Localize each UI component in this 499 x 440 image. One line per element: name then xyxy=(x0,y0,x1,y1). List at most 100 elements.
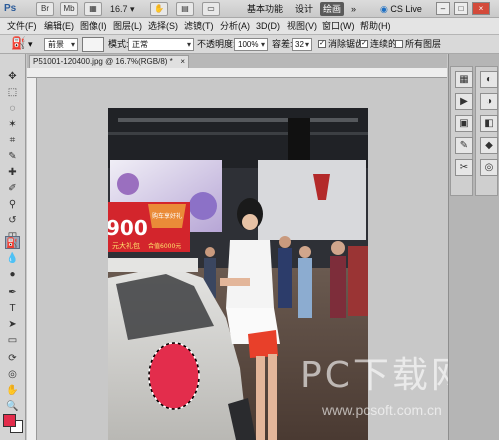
blend-mode-select[interactable]: 正常 xyxy=(128,38,194,51)
eyedropper-tool-icon[interactable]: ✎ xyxy=(5,150,20,163)
fill-source-select[interactable]: 前景 xyxy=(44,38,78,51)
arrange-documents-button[interactable]: ▤ xyxy=(176,2,194,16)
horizontal-ruler xyxy=(27,68,447,78)
layers-panel-icon[interactable]: ◆ xyxy=(480,137,498,154)
menu-select[interactable]: 选择(S) xyxy=(148,20,178,33)
tools-panel: ✥ ⬚ ◌ ✶ ⌗ ✎ ✚ ✐ ⚲ ↺ ◫ ⛽ 💧 ● ✒ T ➤ ▭ ⟳ ◎ … xyxy=(0,54,26,440)
app-bar: Ps Br Mb ▦ 16.7 ▾ ✋ ▤ ▭ 基本功能 设计 绘画 » ◉ C… xyxy=(0,0,499,18)
channels-panel-icon[interactable]: ◎ xyxy=(480,159,498,176)
adjustments-panel-icon[interactable]: ◑ xyxy=(480,93,498,110)
cs-live-icon: ◉ xyxy=(380,4,388,14)
all-layers-checkbox[interactable] xyxy=(395,40,403,48)
menu-window[interactable]: 窗口(W) xyxy=(322,20,355,33)
menu-analysis[interactable]: 分析(A) xyxy=(220,20,250,33)
close-button[interactable]: × xyxy=(472,2,490,15)
bridge-button[interactable]: Br xyxy=(36,2,54,16)
chevron-down-icon: ▾ xyxy=(130,4,135,14)
swatches-panel-icon[interactable]: ▣ xyxy=(455,115,473,132)
history-panel-icon[interactable]: ▦ xyxy=(455,71,473,88)
panel-icon-column-2: ◐ ◑ ◧ ◆ ◎ xyxy=(475,66,498,196)
tolerance-field[interactable]: 32 xyxy=(292,38,312,51)
magic-wand-tool-icon[interactable]: ✶ xyxy=(5,118,20,131)
restore-button[interactable]: □ xyxy=(454,2,468,15)
panel-dock: ▦ ▶ ▣ ✎ ✂ ◐ ◑ ◧ ◆ ◎ xyxy=(448,54,499,440)
opacity-field[interactable]: 100% xyxy=(234,38,268,51)
grid-icon: ▤ xyxy=(181,4,189,13)
menu-file[interactable]: 文件(F) xyxy=(7,20,37,33)
vertical-ruler xyxy=(27,78,37,440)
menu-3d[interactable]: 3D(D) xyxy=(256,20,280,33)
banner-number: 900 xyxy=(108,216,148,240)
banner-slogan-top: 购车享好礼 xyxy=(152,212,182,220)
watermark-title: PC下载网 xyxy=(300,355,470,396)
rectangle-tool-icon[interactable]: ▭ xyxy=(5,334,20,347)
contiguous-checkbox[interactable]: ✓ xyxy=(360,40,368,48)
marquee-tool-icon[interactable]: ⬚ xyxy=(5,86,20,99)
view-extras-button[interactable]: ▦ xyxy=(84,2,102,16)
close-icon[interactable]: × xyxy=(180,56,185,68)
paint-bucket-tool-icon[interactable]: ⛽ xyxy=(5,236,20,249)
clone-stamp-tool-icon[interactable]: ⚲ xyxy=(5,198,20,211)
move-tool-icon[interactable]: ✥ xyxy=(5,70,20,83)
workspace-paint[interactable]: 绘画 xyxy=(320,2,345,16)
menu-bar: 文件(F) 编辑(E) 图像(I) 图层(L) 选择(S) 滤镜(T) 分析(A… xyxy=(0,18,499,35)
view-extras-icon: ▦ xyxy=(89,4,97,13)
photoshop-window: Ps Br Mb ▦ 16.7 ▾ ✋ ▤ ▭ 基本功能 设计 绘画 » ◉ C… xyxy=(0,0,499,440)
history-brush-tool-icon[interactable]: ↺ xyxy=(5,214,20,227)
type-tool-icon[interactable]: T xyxy=(5,302,20,315)
panel-icon-column-1: ▦ ▶ ▣ ✎ ✂ xyxy=(450,66,473,196)
styles-panel-icon[interactable]: ◧ xyxy=(480,115,498,132)
blur-tool-icon[interactable]: 💧 xyxy=(5,252,20,265)
menu-edit[interactable]: 编辑(E) xyxy=(44,20,74,33)
photoshop-logo: Ps xyxy=(4,3,17,14)
antialias-label: 消除锯齿 xyxy=(328,39,365,49)
workspace-more-button[interactable]: » xyxy=(348,2,359,16)
document-tab-bar: P51001-120400.jpg @ 16.7%(RGB/8) * × xyxy=(27,54,447,68)
3d-orbit-tool-icon[interactable]: ◎ xyxy=(5,368,20,381)
options-bar: ⛽ ▾ 前景 模式: 正常 不透明度: 100% 容差: 32 ✓ 消除锯齿 ✓… xyxy=(0,35,499,54)
color-panel-icon[interactable]: ◐ xyxy=(480,71,498,88)
brushes-panel-icon[interactable]: ✎ xyxy=(455,137,473,154)
mode-label: 模式: xyxy=(108,39,129,49)
actions-panel-icon[interactable]: ▶ xyxy=(455,93,473,110)
brush-tool-icon[interactable]: ✐ xyxy=(5,182,20,195)
pen-tool-icon[interactable]: ✒ xyxy=(5,286,20,299)
path-selection-tool-icon[interactable]: ➤ xyxy=(5,318,20,331)
3d-rotate-tool-icon[interactable]: ⟳ xyxy=(5,352,20,365)
hand-tool-icon[interactable]: ✋ xyxy=(5,384,20,397)
cs-live-label: CS Live xyxy=(390,4,422,14)
cs-live-button[interactable]: ◉ CS Live xyxy=(380,2,422,16)
menu-filter[interactable]: 滤镜(T) xyxy=(184,20,214,33)
screen-mode-button[interactable]: ▭ xyxy=(202,2,220,16)
menu-help[interactable]: 帮助(H) xyxy=(360,20,391,33)
dodge-tool-icon[interactable]: ● xyxy=(5,268,20,281)
minimize-button[interactable]: – xyxy=(436,2,450,15)
hand-icon: ✋ xyxy=(154,4,164,13)
pattern-preview[interactable] xyxy=(82,37,104,52)
foreground-color-swatch[interactable] xyxy=(3,414,16,427)
contiguous-label: 连续的 xyxy=(370,39,398,49)
screen-mode-icon: ▭ xyxy=(207,4,215,13)
mini-bridge-button[interactable]: Mb xyxy=(60,2,78,16)
antialias-checkbox[interactable]: ✓ xyxy=(318,40,326,48)
lasso-tool-icon[interactable]: ◌ xyxy=(5,102,20,115)
zoom-level-value: 16.7 xyxy=(110,4,128,14)
menu-layer[interactable]: 图层(L) xyxy=(113,20,142,33)
workspace-design[interactable]: 设计 xyxy=(292,2,316,16)
tolerance-label: 容差: xyxy=(272,39,293,49)
document-tab-title: P51001-120400.jpg @ 16.7%(RGB/8) * xyxy=(33,57,173,66)
paint-bucket-tool-preset-icon[interactable]: ⛽ xyxy=(11,37,26,50)
opacity-label: 不透明度: xyxy=(197,39,236,49)
tools-preset-panel-icon[interactable]: ✂ xyxy=(455,159,473,176)
menu-view[interactable]: 视图(V) xyxy=(287,20,317,33)
crop-tool-icon[interactable]: ⌗ xyxy=(5,134,20,147)
hand-tool-shortcut-button[interactable]: ✋ xyxy=(150,2,168,16)
zoom-level-field[interactable]: 16.7 ▾ xyxy=(110,2,146,16)
workspace-basic[interactable]: 基本功能 xyxy=(244,2,286,16)
menu-image[interactable]: 图像(I) xyxy=(80,20,107,33)
banner-slogan-right: 合值6000元 xyxy=(148,242,181,250)
document-tab[interactable]: P51001-120400.jpg @ 16.7%(RGB/8) * × xyxy=(29,55,189,68)
tool-preset-arrow-icon[interactable]: ▾ xyxy=(28,38,33,51)
healing-brush-tool-icon[interactable]: ✚ xyxy=(5,166,20,179)
zoom-tool-icon[interactable]: 🔍 xyxy=(5,400,20,413)
